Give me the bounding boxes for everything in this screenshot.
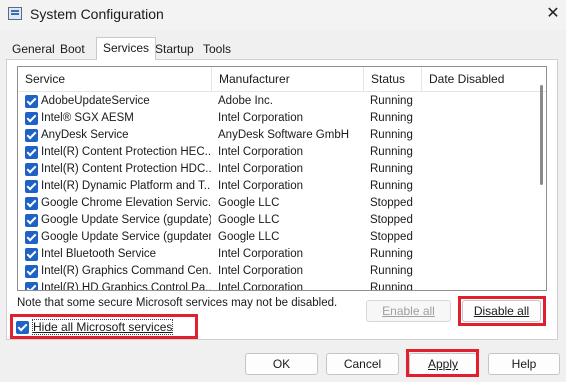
service-status: Running (370, 146, 413, 158)
service-manufacturer: AnyDesk Software GmbH (218, 129, 350, 141)
ok-button[interactable]: OK (245, 353, 318, 375)
window-title: System Configuration (30, 6, 164, 22)
service-checkbox[interactable] (25, 146, 38, 159)
tab-boot[interactable]: Boot (54, 39, 91, 59)
table-row[interactable]: Intel® SGX AESM Intel Corporation Running (18, 110, 538, 127)
table-row[interactable]: Intel(R) Content Protection HEC... Intel … (18, 144, 538, 161)
service-checkbox[interactable] (25, 265, 38, 278)
service-checkbox[interactable] (25, 282, 38, 290)
disable-all-label: Disable all (473, 304, 530, 318)
table-row[interactable]: AdobeUpdateService Adobe Inc. Running (18, 93, 538, 110)
service-status: Running (370, 282, 413, 291)
service-checkbox[interactable] (25, 180, 38, 193)
service-name: Intel(R) HD Graphics Control Pa... (41, 282, 211, 291)
service-manufacturer: Intel Corporation (218, 265, 304, 277)
tab-services[interactable]: Services (96, 37, 157, 60)
apply-label: Apply (427, 357, 459, 371)
column-header-date-disabled[interactable]: Date Disabled (422, 67, 538, 91)
service-name: Google Update Service (gupdate) (41, 214, 211, 226)
help-button[interactable]: Help (488, 353, 560, 375)
table-row[interactable]: Google Chrome Elevation Servic... Google … (18, 195, 538, 212)
service-manufacturer: Adobe Inc. (218, 95, 273, 107)
enable-all-button[interactable]: Enable all (366, 300, 451, 322)
service-status: Running (370, 129, 413, 141)
table-row[interactable]: Intel(R) Graphics Command Cen... Intel Co… (18, 263, 538, 280)
table-row[interactable]: Google Update Service (gupdate) Google LL… (18, 212, 538, 229)
list-header: Service Manufacturer Status Date Disable… (18, 67, 546, 92)
service-name: Google Chrome Elevation Servic... (41, 197, 211, 209)
service-name: Google Update Service (gupdatem) (41, 231, 211, 243)
service-manufacturer: Intel Corporation (218, 248, 304, 260)
apply-button[interactable]: Apply (409, 353, 477, 375)
service-manufacturer: Intel Corporation (218, 180, 304, 192)
service-manufacturer: Intel Corporation (218, 112, 304, 124)
tab-general[interactable]: General (6, 39, 61, 59)
service-status: Running (370, 265, 413, 277)
service-name: AnyDesk Service (41, 129, 129, 141)
table-row[interactable]: Intel Bluetooth Service Intel Corporation… (18, 246, 538, 263)
service-checkbox[interactable] (25, 129, 38, 142)
services-list[interactable]: Service Manufacturer Status Date Disable… (17, 66, 547, 291)
table-row[interactable]: Intel(R) HD Graphics Control Pa... Intel … (18, 280, 538, 291)
service-status: Running (370, 248, 413, 260)
scrollbar-thumb[interactable] (540, 85, 543, 185)
tab-tools[interactable]: Tools (197, 39, 237, 59)
disable-all-button[interactable]: Disable all (462, 300, 541, 322)
hide-ms-services-checkbox[interactable]: Hide all Microsoft services (10, 316, 197, 338)
cancel-button[interactable]: Cancel (326, 353, 399, 375)
column-header-manufacturer[interactable]: Manufacturer (212, 67, 364, 91)
table-row[interactable]: AnyDesk Service AnyDesk Software GmbH Runn… (18, 127, 538, 144)
tab-startup[interactable]: Startup (149, 39, 200, 59)
hide-ms-checkbox-box[interactable] (16, 321, 29, 334)
service-name: Intel(R) Dynamic Platform and T... (41, 180, 211, 192)
service-checkbox[interactable] (25, 231, 38, 244)
service-manufacturer: Intel Corporation (218, 282, 304, 291)
service-checkbox[interactable] (25, 163, 38, 176)
service-status: Stopped (370, 214, 413, 226)
service-manufacturer: Intel Corporation (218, 146, 304, 158)
service-checkbox[interactable] (25, 112, 38, 125)
service-status: Running (370, 180, 413, 192)
service-status: Running (370, 95, 413, 107)
service-name: Intel(R) Graphics Command Cen... (41, 265, 211, 277)
service-manufacturer: Google LLC (218, 231, 280, 243)
scrollbar[interactable] (536, 67, 546, 290)
service-status: Running (370, 163, 413, 175)
secure-services-note: Note that some secure Microsoft services… (17, 297, 338, 309)
service-status: Stopped (370, 197, 413, 209)
service-name: AdobeUpdateService (41, 95, 150, 107)
hide-ms-services-label: Hide all Microsoft services (31, 319, 174, 335)
service-name: Intel(R) Content Protection HDC... (41, 163, 211, 175)
service-manufacturer: Google LLC (218, 197, 280, 209)
service-checkbox[interactable] (25, 197, 38, 210)
title-bar: System Configuration ✕ (0, 0, 566, 30)
column-header-service[interactable]: Service (18, 67, 212, 91)
service-manufacturer: Intel Corporation (218, 163, 304, 175)
service-status: Running (370, 112, 413, 124)
service-name: Intel Bluetooth Service (41, 248, 157, 260)
close-icon[interactable]: ✕ (541, 3, 565, 25)
service-name: Intel(R) Content Protection HEC... (41, 146, 211, 158)
service-status: Stopped (370, 231, 413, 243)
enable-all-label: Enable all (382, 304, 435, 318)
service-checkbox[interactable] (25, 95, 38, 108)
table-row[interactable]: Google Update Service (gupdatem) Google L… (18, 229, 538, 246)
table-row[interactable]: Intel(R) Content Protection HDC... Intel … (18, 161, 538, 178)
system-configuration-icon (8, 7, 22, 20)
service-name: Intel® SGX AESM (41, 112, 134, 124)
service-checkbox[interactable] (25, 248, 38, 261)
column-header-status[interactable]: Status (364, 67, 422, 91)
service-manufacturer: Google LLC (218, 214, 280, 226)
service-checkbox[interactable] (25, 214, 38, 227)
table-row[interactable]: Intel(R) Dynamic Platform and T... Intel … (18, 178, 538, 195)
